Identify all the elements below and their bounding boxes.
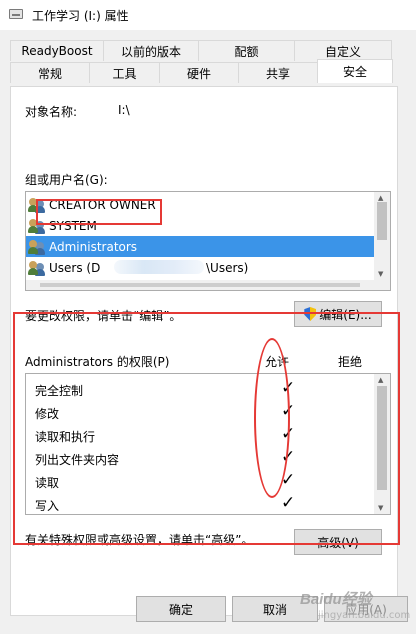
hscroll-thumb[interactable] bbox=[40, 283, 360, 287]
title-bar: 工作学习 (I:) 属性 bbox=[0, 0, 416, 30]
tab-quota[interactable]: 配额 bbox=[198, 40, 295, 61]
list-item-administrators[interactable]: Administrators bbox=[26, 236, 382, 257]
watermark-text: Baidu经验 bbox=[300, 591, 372, 608]
user-list-hscrollbar[interactable] bbox=[26, 280, 390, 290]
window-title: 工作学习 (I:) 属性 bbox=[32, 9, 129, 23]
group-users-label: 组或用户名(G): bbox=[25, 173, 108, 187]
scroll-up-arrow-icon[interactable]: ▲ bbox=[378, 194, 383, 202]
redaction-blur bbox=[114, 260, 204, 274]
drive-icon bbox=[9, 9, 23, 19]
user-name-suffix: \Users) bbox=[206, 260, 249, 275]
tab-readyboost[interactable]: ReadyBoost bbox=[10, 40, 104, 61]
ok-button[interactable]: 确定 bbox=[136, 596, 226, 622]
tab-general[interactable]: 常规 bbox=[10, 62, 90, 83]
object-name-value: I:\ bbox=[118, 103, 130, 117]
scroll-thumb[interactable] bbox=[377, 202, 387, 240]
user-group-icon bbox=[28, 239, 46, 254]
user-group-icon bbox=[28, 260, 46, 275]
tab-sharing[interactable]: 共享 bbox=[238, 62, 318, 83]
tab-previous-versions[interactable]: 以前的版本 bbox=[103, 40, 199, 61]
annotation-oval-allow-column bbox=[254, 338, 290, 498]
scroll-down-arrow-icon[interactable]: ▼ bbox=[378, 270, 383, 278]
user-list-scrollbar[interactable]: ▲ ▼ bbox=[374, 192, 390, 290]
tab-customize[interactable]: 自定义 bbox=[294, 40, 392, 61]
tab-security[interactable]: 安全 bbox=[317, 59, 393, 83]
tab-row-1: ReadyBoost 以前的版本 配额 自定义 bbox=[10, 40, 392, 61]
user-name: Users (D bbox=[49, 260, 101, 275]
tab-hardware[interactable]: 硬件 bbox=[159, 62, 239, 83]
user-name: Administrators bbox=[49, 239, 138, 254]
watermark-url: jingyan.baidu.com bbox=[318, 610, 411, 621]
tab-tools[interactable]: 工具 bbox=[89, 62, 160, 83]
annotation-highlight-permissions bbox=[13, 312, 400, 545]
annotation-highlight-administrators bbox=[36, 199, 162, 225]
object-name-label: 对象名称: bbox=[25, 105, 78, 119]
tab-row-2: 常规 工具 硬件 共享 安全 bbox=[10, 59, 393, 83]
list-item-users[interactable]: Users (D \Users) bbox=[26, 257, 382, 278]
